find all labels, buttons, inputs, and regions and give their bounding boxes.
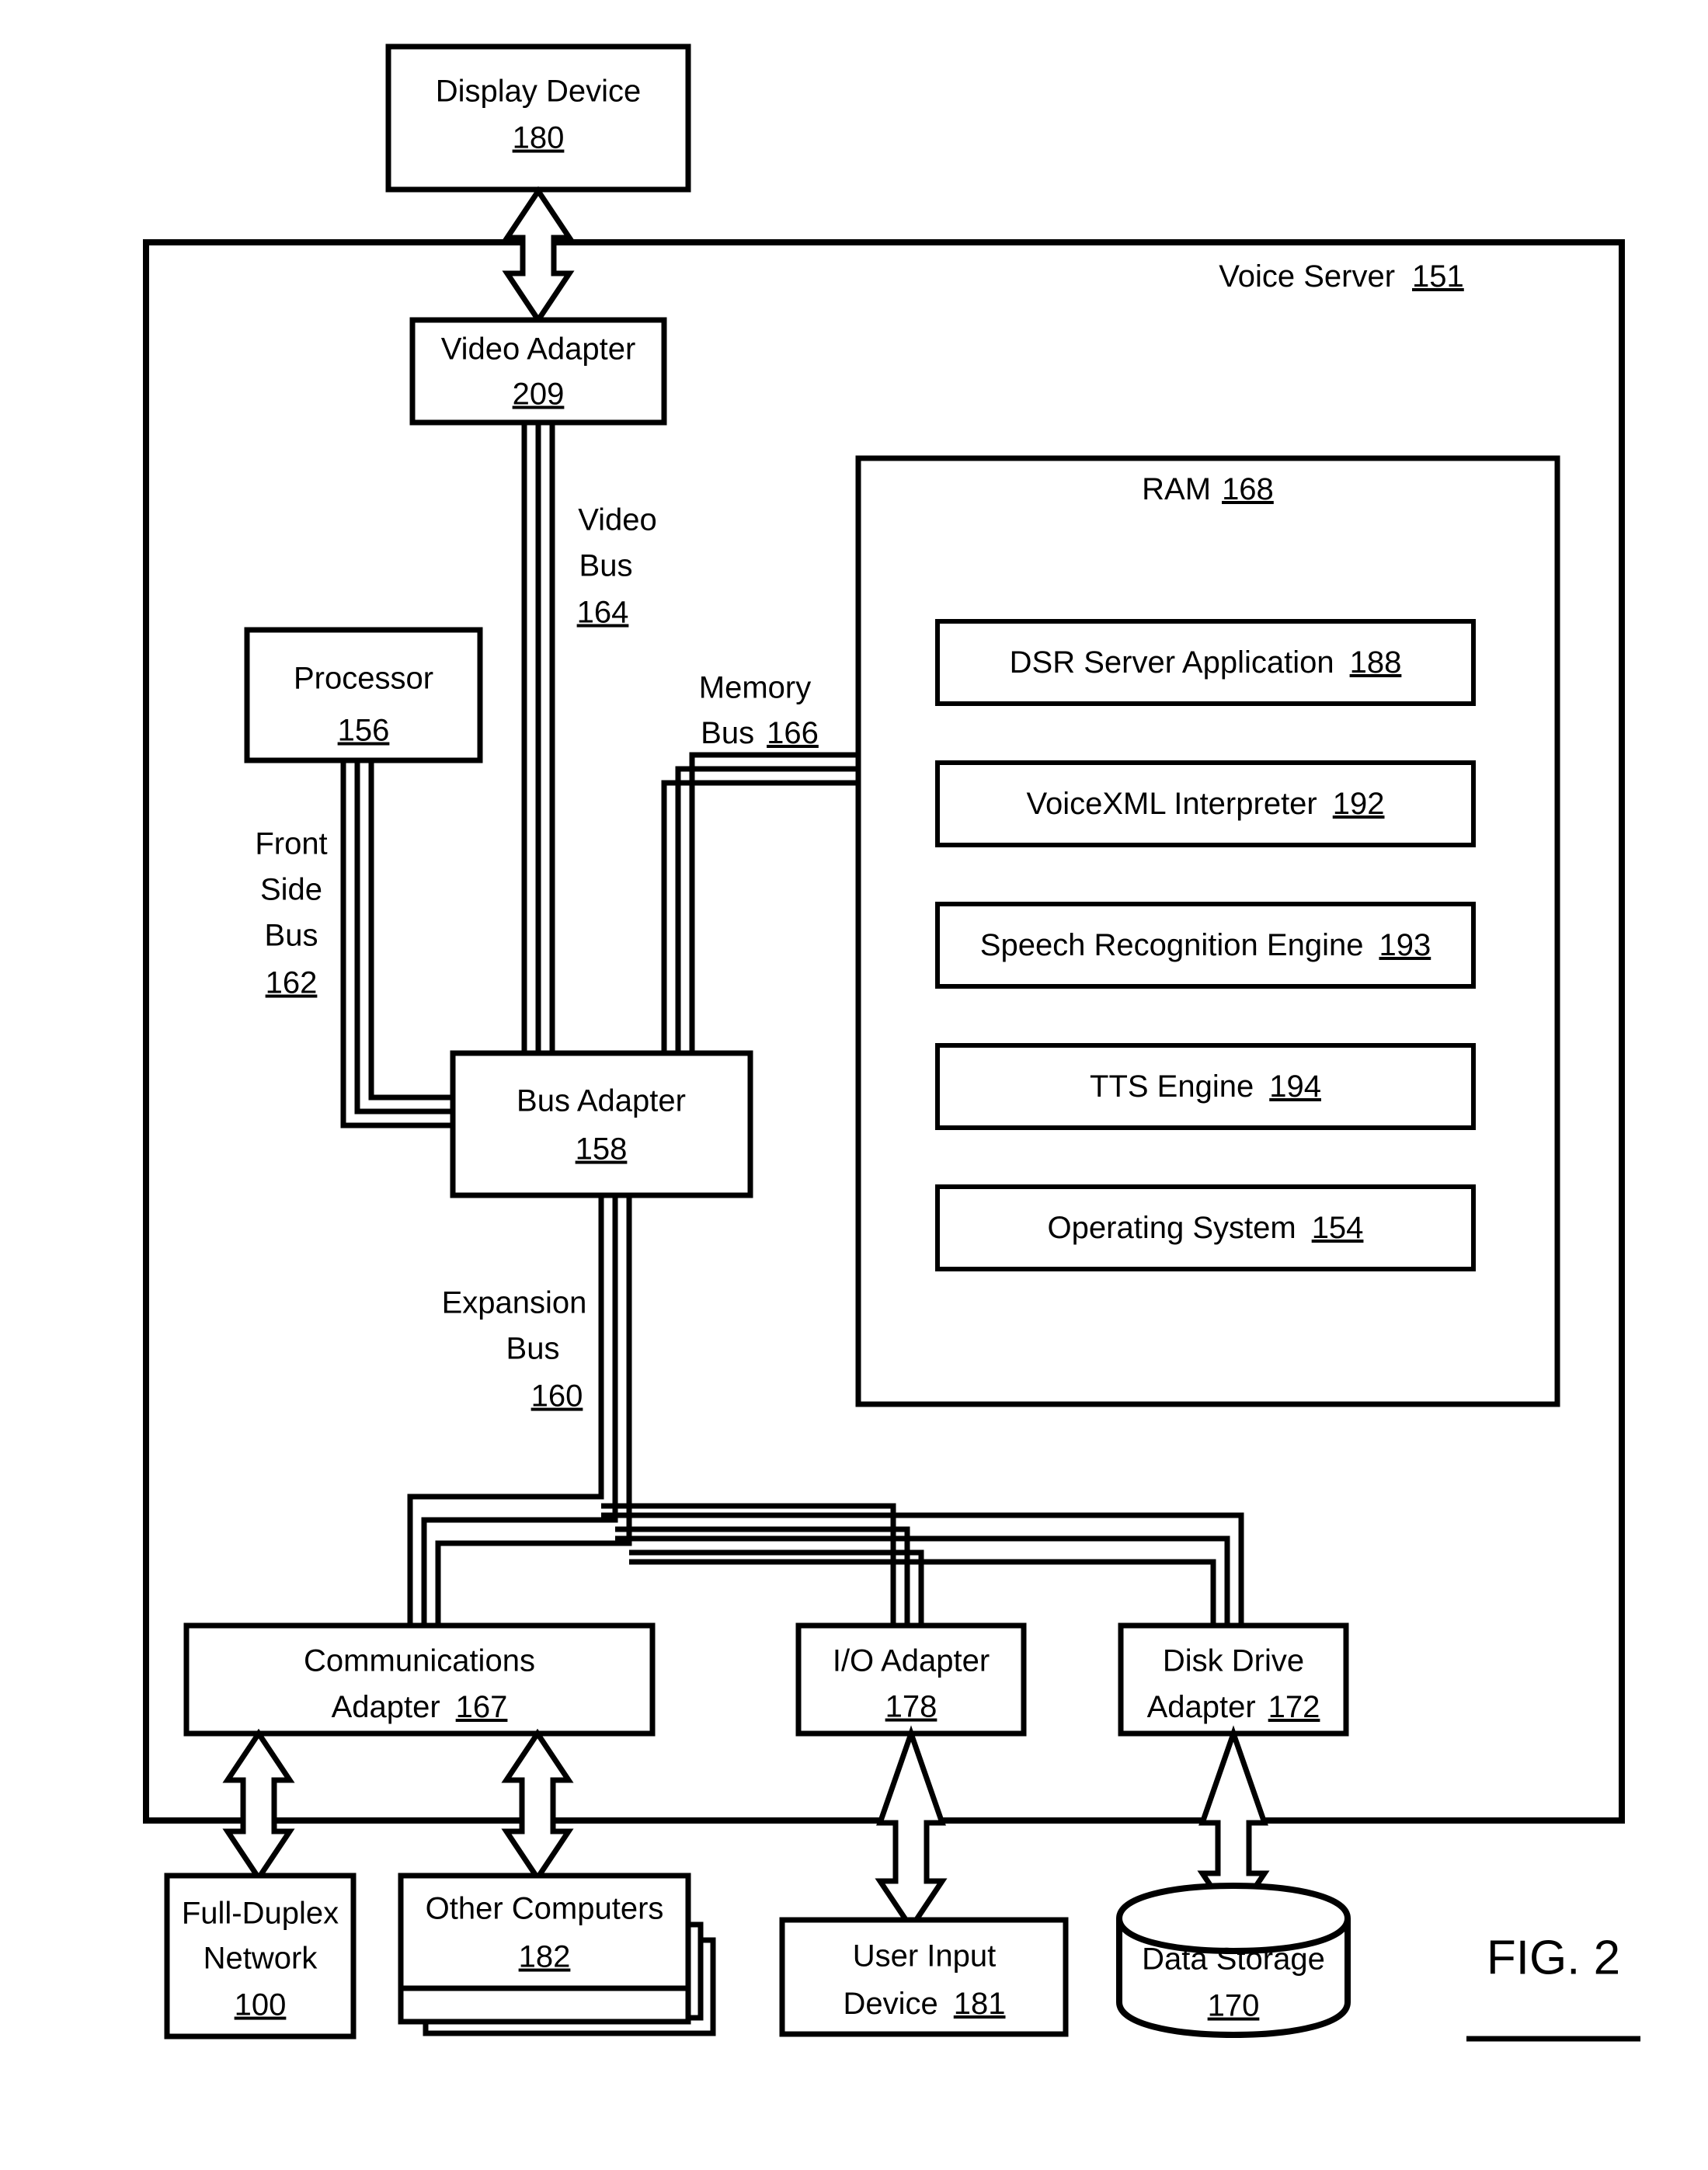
video-bus-lines <box>521 423 555 1053</box>
voice-server-title: Voice Server 151 <box>1219 259 1464 294</box>
memory-bus-label-1: Memory <box>699 671 811 705</box>
figure-canvas: Voice Server 151 Display Device 180 Video… <box>0 0 1708 2170</box>
ram-title: RAM 168 <box>1142 472 1274 506</box>
ram-module-label-2: Speech Recognition Engine 193 <box>980 928 1431 962</box>
video-bus-ref: 164 <box>577 596 629 630</box>
full-duplex-network-ref: 100 <box>235 1988 287 2022</box>
user-input-device-ref-line: Device 181 <box>843 1987 1005 2021</box>
ram-module-dsr-server-application: DSR Server Application 188 <box>935 619 1476 706</box>
figure-label: FIG. 2 <box>1487 1931 1620 1984</box>
expansion-bus-ref: 160 <box>531 1379 583 1414</box>
ram-module-speech-recognition-engine: Speech Recognition Engine 193 <box>935 902 1476 989</box>
bus-adapter-box <box>450 1050 753 1198</box>
video-bus-label-2: Bus <box>579 549 633 583</box>
front-side-bus-ref: 162 <box>266 966 318 1000</box>
video-adapter-ref: 209 <box>513 377 565 412</box>
communications-adapter-label: Communications <box>304 1644 535 1678</box>
expansion-bus-label-2: Bus <box>506 1332 560 1366</box>
display-video-arrow <box>502 186 575 325</box>
comm-network-arrow <box>222 1728 295 1883</box>
data-storage-label: Data Storage <box>1142 1942 1325 1977</box>
display-device-label: Display Device <box>436 75 642 109</box>
data-storage-ref: 170 <box>1208 1989 1260 2023</box>
ram-module-operating-system: Operating System 154 <box>935 1184 1476 1271</box>
io-user-input-arrow <box>875 1725 948 1933</box>
other-computers-label: Other Computers <box>426 1892 664 1926</box>
bus-adapter-label: Bus Adapter <box>517 1084 686 1118</box>
front-side-bus-label-2: Side <box>260 873 322 907</box>
communications-adapter-ref-line: Adapter 167 <box>332 1690 508 1724</box>
memory-bus-label-2: Bus 166 <box>701 716 819 750</box>
front-side-bus-label-1: Front <box>255 827 327 861</box>
disk-drive-adapter-label: Disk Drive <box>1163 1644 1304 1678</box>
ram-module-label-3: TTS Engine 194 <box>1090 1069 1321 1104</box>
ram-module-label-4: Operating System 154 <box>1048 1211 1364 1245</box>
user-input-device-label: User Input <box>853 1939 997 1974</box>
display-device-ref: 180 <box>513 121 565 155</box>
processor-ref: 156 <box>338 714 390 748</box>
io-adapter-label: I/O Adapter <box>833 1644 990 1678</box>
ram-module-tts-engine: TTS Engine 194 <box>935 1043 1476 1130</box>
video-adapter-label: Video Adapter <box>441 332 636 367</box>
other-computers-ref: 182 <box>519 1940 571 1974</box>
memory-bus-lines <box>661 752 858 1053</box>
expansion-bus-label-1: Expansion <box>442 1286 587 1320</box>
full-duplex-network-label-1: Full-Duplex <box>182 1897 339 1931</box>
front-side-bus-label-3: Bus <box>265 919 318 953</box>
comm-other-computers-arrow <box>501 1728 574 1883</box>
bus-adapter-ref: 158 <box>576 1132 628 1167</box>
full-duplex-network-label-2: Network <box>203 1942 318 1976</box>
video-bus-label-1: Video <box>578 503 657 537</box>
display-device-box <box>385 43 691 193</box>
disk-drive-adapter-ref-line: Adapter 172 <box>1147 1690 1320 1724</box>
front-side-bus-lines <box>340 760 453 1128</box>
io-adapter-ref: 178 <box>885 1690 937 1724</box>
ram-module-voicexml-interpreter: VoiceXML Interpreter 192 <box>935 760 1476 847</box>
processor-label: Processor <box>294 662 433 696</box>
